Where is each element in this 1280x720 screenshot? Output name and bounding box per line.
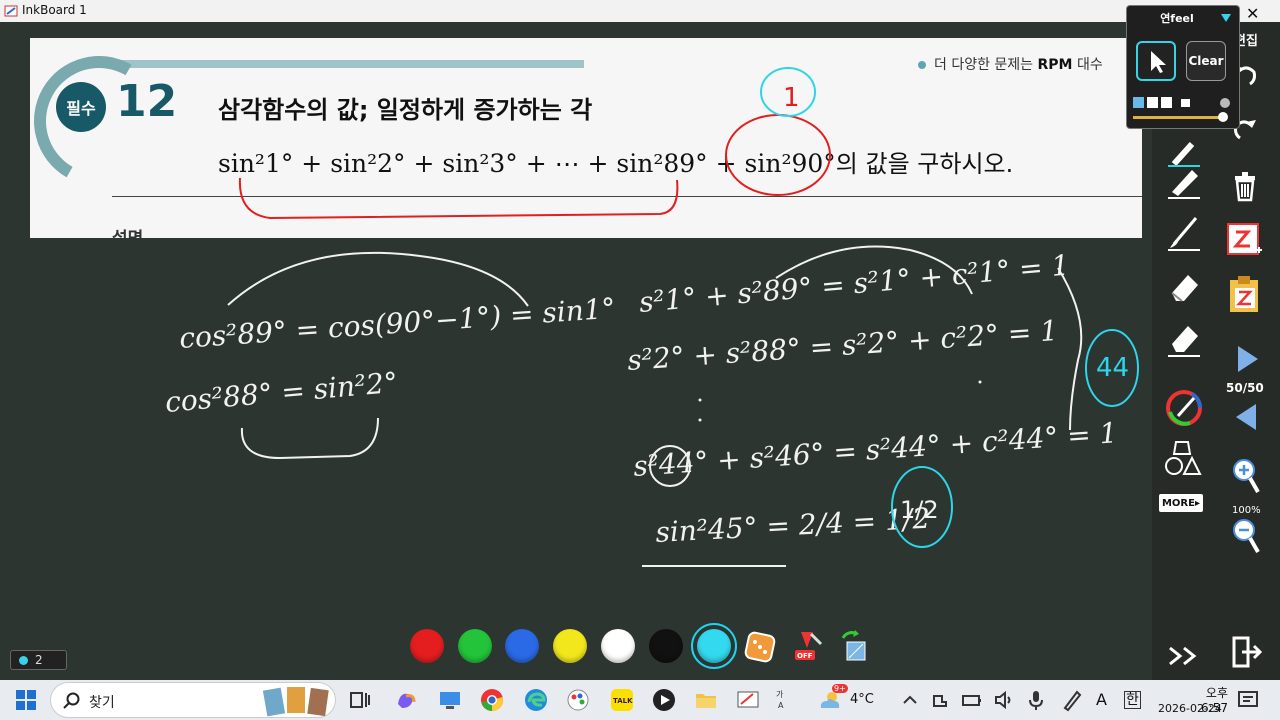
half-value-ink: 1/2 [900, 496, 939, 524]
zoom-in-icon[interactable] [1232, 458, 1260, 498]
collapse-toolbar-icon[interactable] [1166, 642, 1202, 670]
color-black[interactable] [649, 629, 683, 663]
color-yellow[interactable] [553, 629, 587, 663]
svg-text:가: 가 [776, 690, 784, 699]
dot-stroke-3 [978, 380, 982, 384]
chrome-icon[interactable] [480, 688, 504, 712]
search-highlight-image-icon [262, 687, 329, 717]
weather-badge: 9+ [832, 684, 848, 693]
pen-width-slider[interactable] [1133, 116, 1227, 119]
input-method-tray-icon[interactable]: 가A [772, 688, 796, 712]
right-brace-stroke [1057, 267, 1083, 431]
popup-mini-tools-icon[interactable] [1133, 96, 1233, 110]
pen-popup-title: 연feel [1160, 12, 1194, 25]
shapes-icon[interactable] [1162, 438, 1204, 478]
temperature: 4°C [850, 692, 874, 707]
clock-date[interactable]: 2026-02-24 [1158, 702, 1222, 715]
left-line-1-ink: cos²89° = cos(90°−1°) = sin1° [178, 292, 616, 355]
page-counter: 50/50 [1226, 381, 1264, 395]
color-cyan[interactable] [691, 623, 737, 669]
red-bracket-stroke [238, 177, 679, 220]
task-view-icon[interactable] [348, 688, 372, 712]
more-button-label: MORE [1161, 497, 1195, 509]
close-icon[interactable]: ✕ [1246, 4, 1259, 23]
ime-hangul-toggle[interactable]: 한 [1124, 691, 1141, 709]
paint-app-icon[interactable] [566, 688, 590, 712]
right-line-1-ink: s²1° + s²89° = s²1° + c²1° = 1 [638, 248, 1071, 318]
media-player-icon[interactable] [652, 688, 676, 712]
color-blue[interactable] [505, 629, 539, 663]
color-white[interactable] [601, 629, 635, 663]
trash-icon[interactable] [1230, 170, 1260, 202]
marker-pen-icon[interactable] [1164, 162, 1204, 202]
right-line-4-ink: sin²45° = 2/4 = 1/2 [655, 502, 931, 549]
more-button[interactable]: MORE ▸ [1159, 494, 1203, 512]
pen-menu-icon[interactable] [1060, 688, 1084, 712]
color-picker-icon[interactable] [1164, 388, 1204, 428]
search-placeholder: 찾기 [89, 695, 115, 711]
area-eraser-icon[interactable] [1164, 320, 1204, 358]
taskbar-search-box[interactable]: 찾기 [50, 682, 336, 718]
left-arc-stroke [227, 251, 529, 307]
edge-icon[interactable] [524, 688, 548, 712]
windows-start-icon[interactable] [14, 688, 38, 712]
remote-desktop-icon[interactable] [438, 688, 462, 712]
count-44-ink: 44 [1096, 353, 1129, 383]
pen-settings-popup: 연feel Clear [1126, 5, 1240, 129]
page-indicator-value: 2 [35, 653, 43, 667]
cursor-arrow-icon [1151, 51, 1166, 73]
sin90-value-ink: 1 [783, 83, 800, 113]
ruler-tool-icon[interactable] [837, 628, 871, 664]
volume-icon[interactable] [992, 688, 1016, 712]
kakaotalk-icon[interactable]: TALK [610, 688, 634, 712]
capture-paste-icon[interactable] [1226, 274, 1264, 314]
pen-color-palette: OFF [405, 623, 875, 669]
page-indicator[interactable]: 2 [10, 650, 67, 670]
clear-button[interactable]: Clear [1186, 41, 1226, 81]
inkboard-taskbar-icon[interactable] [736, 688, 760, 712]
search-icon [63, 692, 80, 709]
page-dot [19, 656, 28, 665]
battery-icon[interactable] [960, 688, 984, 712]
dice-icon[interactable] [743, 628, 777, 664]
exit-icon[interactable] [1230, 634, 1264, 670]
right-line-3-ink: s²44° + s²46° = s²44° + c²44° = 1 [632, 416, 1118, 483]
teams-tray-icon[interactable] [928, 688, 952, 712]
red-circle-stroke [725, 114, 831, 196]
file-explorer-icon[interactable] [694, 688, 718, 712]
dot-stroke-1 [698, 398, 702, 402]
right-line-2-ink: s²2° + s²88° = s²2° + c²2° = 1 [626, 314, 1059, 377]
show-hidden-icons-icon[interactable] [898, 688, 922, 712]
windows-taskbar: 찾기 TALK 가A 9+ 4°C A 한 오후 6:57 2026-02-24 [0, 680, 1280, 720]
ink-layer: 1 cos²89° = cos(90°−1°) = sin1° cos²88° … [164, 67, 1139, 567]
left-under-bracket-stroke [240, 417, 379, 460]
cursor-button[interactable] [1136, 41, 1176, 81]
copilot-icon[interactable] [394, 688, 418, 712]
zoom-level: 100% [1232, 505, 1261, 516]
zoom-out-icon[interactable] [1232, 518, 1260, 558]
next-page-icon[interactable] [1234, 344, 1260, 374]
eraser-icon[interactable] [1164, 267, 1204, 305]
ime-mode-letter[interactable]: A [1096, 690, 1107, 709]
capture-add-icon[interactable] [1226, 220, 1264, 258]
pen-width-slider-knob[interactable] [1218, 112, 1228, 122]
svg-text:A: A [778, 701, 784, 710]
microphone-icon[interactable] [1024, 688, 1048, 712]
brush-pen-icon[interactable] [1164, 212, 1204, 252]
pen-popup-dropdown-icon[interactable] [1221, 14, 1231, 22]
left-line-2-ink: cos²88° = sin²2° [164, 366, 399, 419]
color-green[interactable] [458, 629, 492, 663]
prev-page-icon[interactable] [1234, 402, 1260, 432]
dot-stroke-2 [698, 418, 702, 422]
pen-off-icon[interactable]: OFF [791, 628, 825, 664]
color-red[interactable] [410, 629, 444, 663]
notifications-icon[interactable] [1236, 688, 1260, 712]
svg-text:TALK: TALK [613, 697, 633, 705]
svg-text:OFF: OFF [797, 652, 813, 660]
